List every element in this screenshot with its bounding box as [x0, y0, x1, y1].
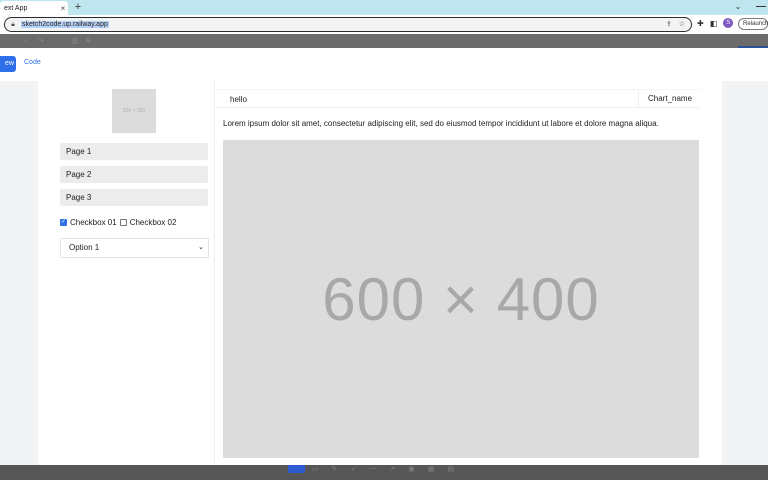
relaunch-button[interactable]: Relaunch — [738, 18, 768, 30]
bottom-primary-button — [288, 465, 305, 473]
checkbox-group: ✓ Checkbox 01 Checkbox 02 — [60, 218, 179, 227]
close-icon[interactable]: × — [58, 4, 68, 13]
checkbox-01-label: Checkbox 01 — [70, 218, 117, 227]
app-toolbar: ew Code — [0, 48, 768, 81]
preview-button[interactable]: ew — [0, 56, 16, 72]
top-row: hello Chart_name — [216, 89, 700, 108]
browser-tab[interactable]: ext App × — [0, 1, 68, 15]
page-frame: 300 × 300 Page 1 Page 2 Page 3 ✓ Checkbo… — [38, 81, 722, 465]
share-icon[interactable]: ⇪ — [666, 20, 672, 28]
sidebar-item-page-1[interactable]: Page 1 — [60, 143, 208, 160]
checkbox-01[interactable]: ✓ — [60, 219, 67, 226]
tab-title: ext App — [4, 4, 28, 12]
code-button[interactable]: Code — [24, 59, 41, 66]
new-tab-button[interactable]: + — [72, 1, 84, 13]
dimmed-bottom-toolbar: ▭ ✎ ✓ — ↗ ▣ ▦ ▤ — [0, 465, 768, 480]
canvas: 300 × 300 Page 1 Page 2 Page 3 ✓ Checkbo… — [0, 81, 768, 465]
star-icon[interactable]: ☆ — [679, 20, 685, 28]
check-icon: ✓ — [350, 466, 357, 473]
profile-avatar[interactable]: S — [723, 18, 734, 28]
checkbox-02[interactable] — [119, 219, 127, 226]
chevron-down-icon[interactable]: ⌄ — [733, 2, 743, 12]
dimmed-toolbar: ← ↷ ▥ ⧉ — [0, 34, 768, 48]
option-select[interactable]: Option 1 ⌄ — [60, 238, 209, 258]
bottom-tool-icons: ▭ ✎ ✓ — ↗ ▣ ▦ ▤ — [312, 465, 454, 473]
minus-icon: — — [369, 465, 377, 472]
frame-icon: ▤ — [447, 466, 455, 473]
extensions-icon[interactable]: ✚ — [697, 19, 704, 28]
select-value: Option 1 — [69, 243, 100, 252]
logo-placeholder: 300 × 300 — [112, 89, 156, 133]
image-placeholder: 600 × 400 — [223, 140, 699, 458]
url-text: sketch2code.up.railway.app — [21, 21, 109, 28]
chevron-down-icon: ⌄ — [198, 244, 204, 251]
address-bar-actions: ⇪ ☆ — [666, 20, 685, 28]
sidebar-item-page-2[interactable]: Page 2 — [60, 166, 208, 183]
back-icon: ← — [22, 37, 29, 44]
image-icon: ▣ — [408, 466, 415, 473]
address-bar[interactable]: 🔒︎ sketch2code.up.railway.app ⇪ ☆ — [4, 17, 692, 32]
browser-omnibar: 🔒︎ sketch2code.up.railway.app ⇪ ☆ ✚ ◧ S … — [0, 15, 768, 34]
sidebar-item-page-3[interactable]: Page 3 — [60, 189, 208, 206]
main-content: hello Chart_name Lorem ipsum dolor sit a… — [216, 81, 722, 465]
minimize-icon[interactable] — [756, 6, 766, 7]
copy-icon: ⧉ — [86, 37, 91, 44]
chart-name-label: Chart_name — [638, 90, 700, 108]
redo-icon: ↷ — [38, 38, 44, 45]
extension-area: ✚ ◧ S — [697, 18, 734, 28]
trash-icon: ▥ — [72, 38, 79, 45]
rectangle-icon: ▭ — [312, 466, 319, 473]
grid-icon: ▦ — [427, 466, 435, 473]
arrow-icon: ↗ — [389, 466, 396, 473]
lock-icon[interactable]: 🔒︎ — [9, 21, 17, 29]
sidebar: 300 × 300 Page 1 Page 2 Page 3 ✓ Checkbo… — [38, 81, 215, 465]
browser-tab-strip: ext App × + ⌄ — [0, 0, 768, 15]
paragraph: Lorem ipsum dolor sit amet, consectetur … — [223, 119, 659, 128]
text-input[interactable]: hello — [230, 95, 247, 104]
sidepanel-icon[interactable]: ◧ — [710, 19, 718, 28]
checkbox-02-label: Checkbox 02 — [129, 218, 177, 227]
pencil-icon: ✎ — [331, 466, 338, 473]
